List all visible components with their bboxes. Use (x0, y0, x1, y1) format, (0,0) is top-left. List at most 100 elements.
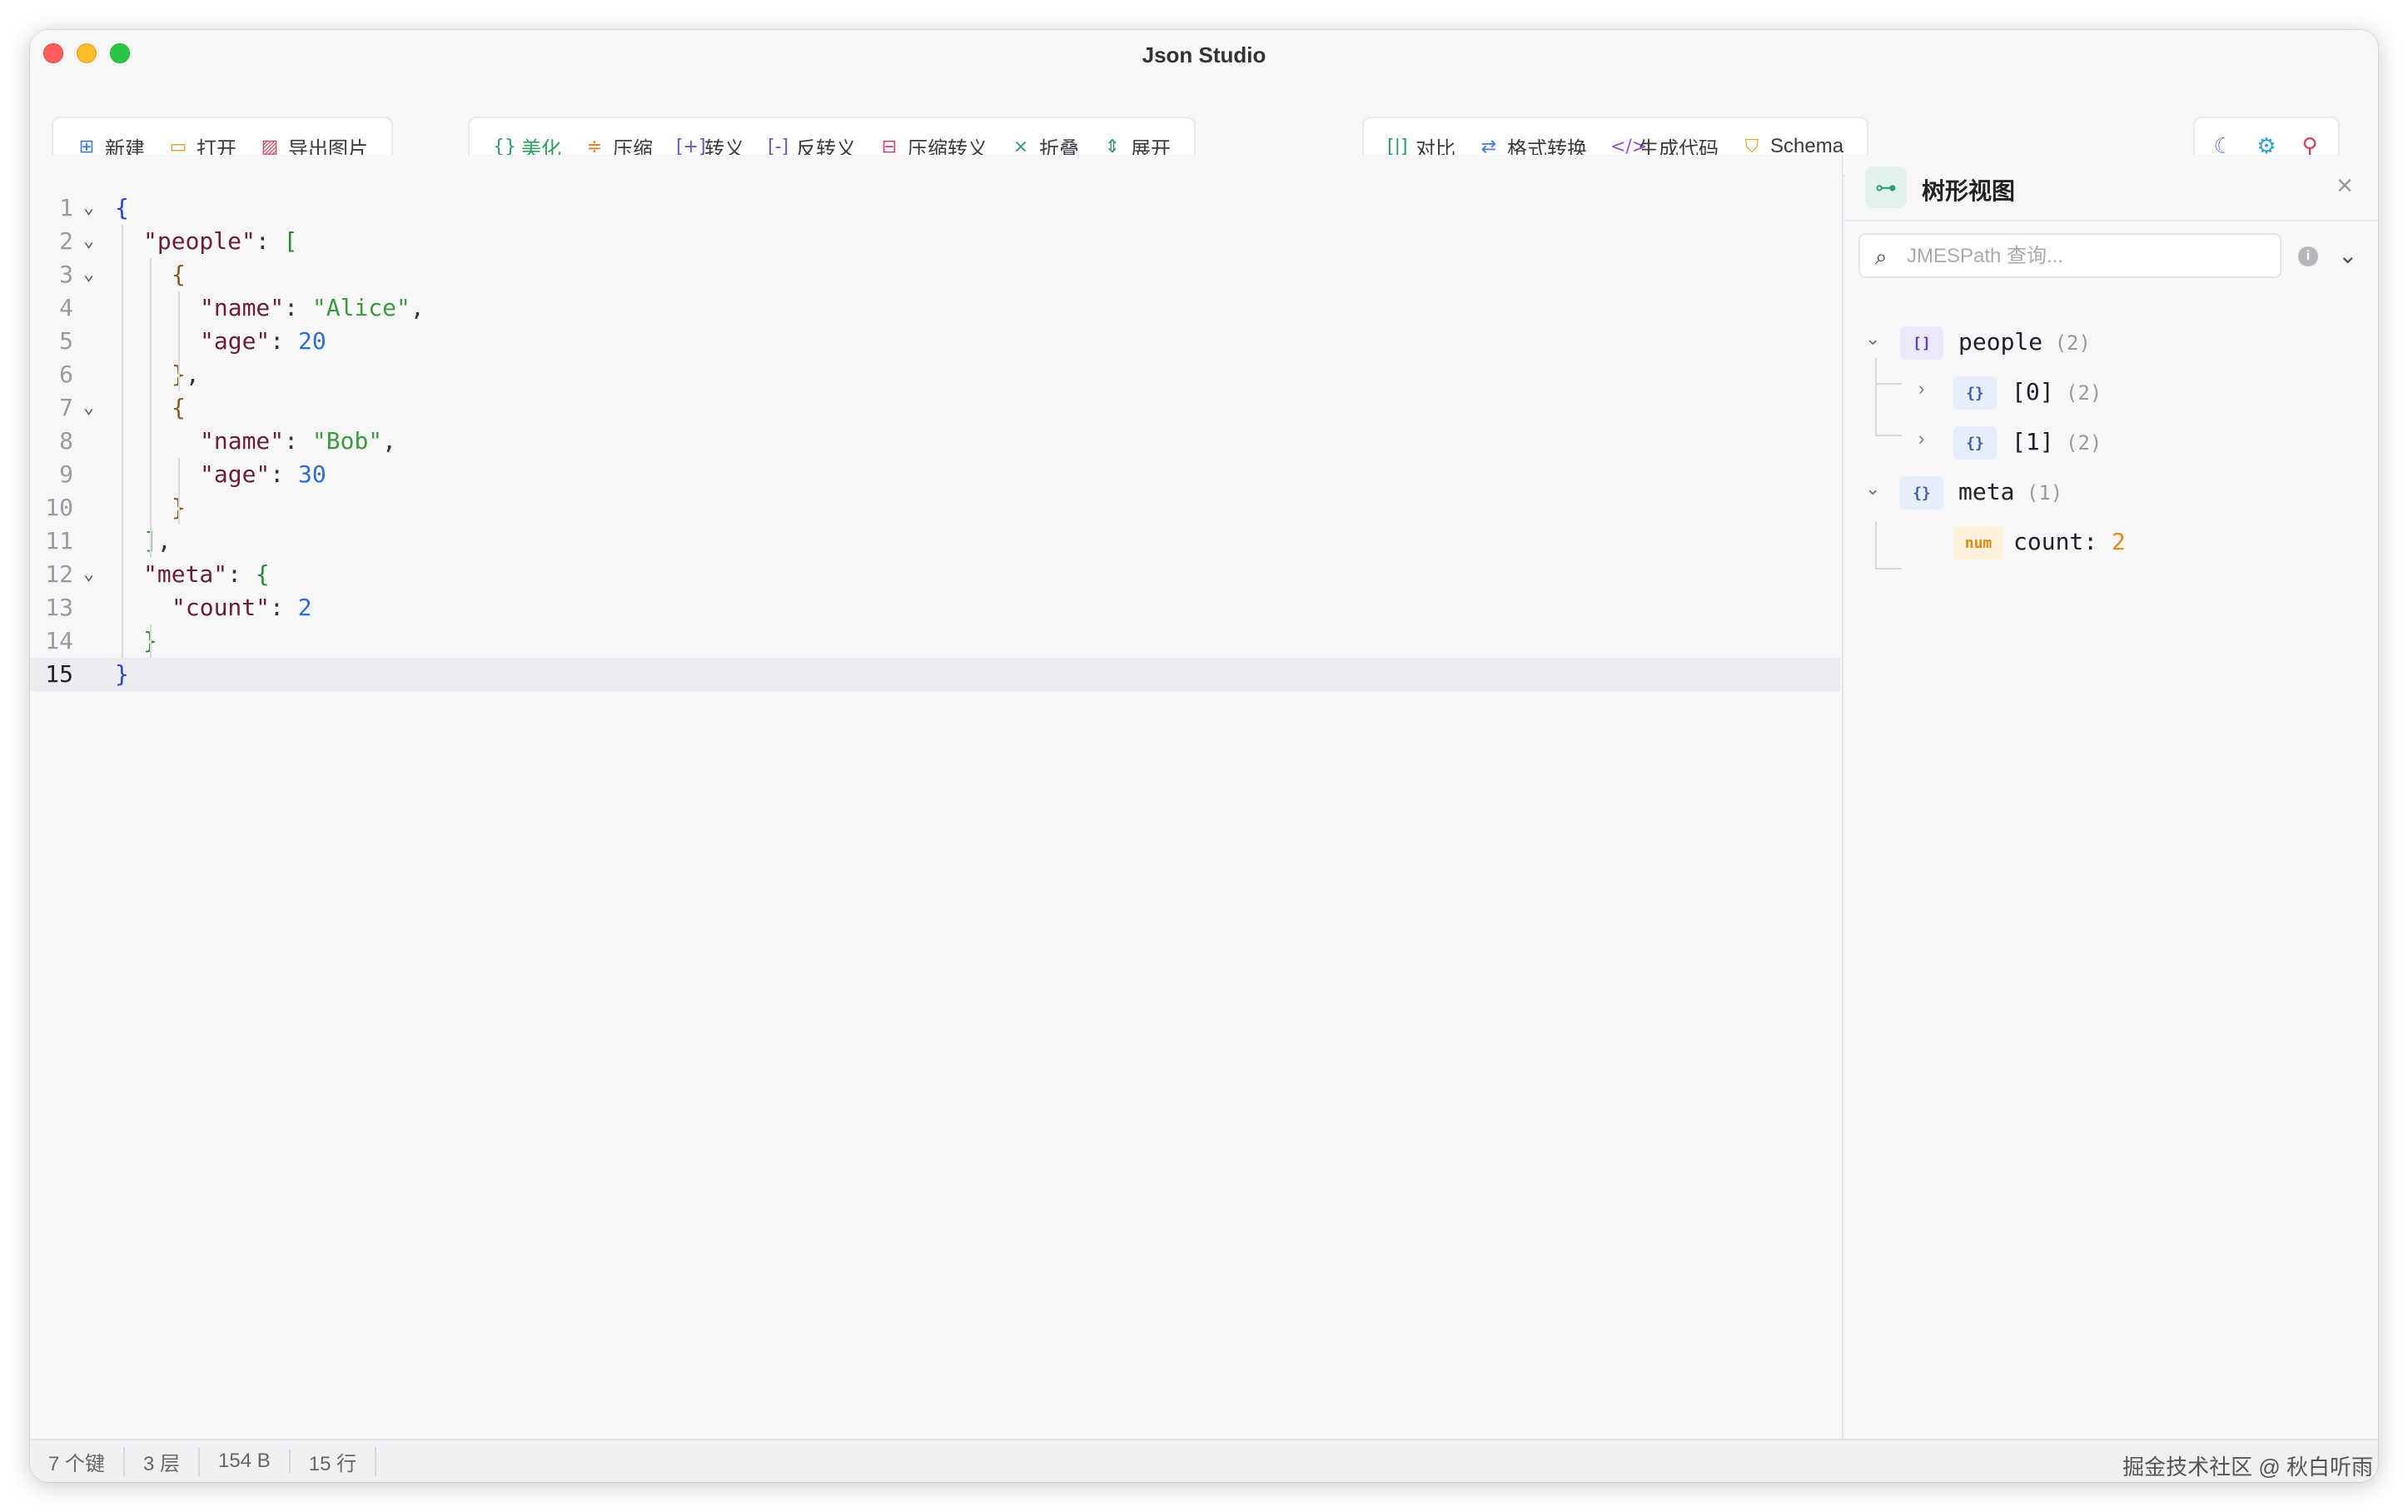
depth-count: 3 层 (125, 1446, 201, 1476)
code-line[interactable]: 4 "name": "Alice", (30, 291, 1840, 325)
app-window: Json Studio ⊞ 新建 ▭ 打开 ▨ 导出图片 {} 美化 ≑ 压缩 [+] 转义 [-] 反… (30, 30, 2378, 1482)
fold-chevron-icon[interactable]: ⌄ (83, 391, 108, 425)
code-line[interactable]: 12 ⌄ "meta": { (30, 558, 1840, 591)
info-icon[interactable]: i (2298, 246, 2318, 266)
code-text: "name": "Alice", (200, 291, 425, 325)
minimize-window-button[interactable] (77, 43, 97, 63)
expand-icon: ⇕ (1104, 136, 1121, 157)
code-token: "name" (200, 294, 285, 321)
tree-connector (1875, 435, 1902, 436)
tree-connector (1875, 568, 1902, 569)
tree-node-label[interactable]: [0] (2) (2012, 378, 2102, 405)
indent-guide (178, 458, 180, 525)
code-token: : (284, 427, 312, 455)
code-token: } (115, 660, 129, 688)
code-line[interactable]: 7 ⌄ { (30, 391, 1840, 425)
line-number: 3 (59, 261, 73, 288)
node-key: meta (1958, 478, 2015, 505)
unescape-icon: [-] (768, 136, 789, 157)
code-token: "age" (200, 460, 271, 488)
code-line[interactable]: 13 "count": 2 (30, 591, 1840, 624)
code-token: 30 (298, 460, 326, 488)
code-token: "Bob" (311, 427, 383, 455)
line-number: 5 (59, 327, 73, 355)
fold-chevron-icon[interactable]: ⌄ (83, 191, 108, 225)
code-token: 2 (297, 594, 312, 621)
chevron-down-icon[interactable]: ⌄ (1865, 478, 1880, 500)
code-text: "people": [ (143, 225, 297, 258)
fold-chevron-icon[interactable]: ⌄ (83, 258, 108, 291)
expand-all-icon[interactable]: ⌄ (2338, 241, 2357, 269)
code-line[interactable]: 10} (30, 491, 1840, 525)
tree-node-label[interactable]: count: 2 (2013, 528, 2126, 555)
tree-connector (1875, 383, 1902, 385)
code-token: : (284, 294, 312, 321)
code-token: { (255, 560, 270, 588)
code-line[interactable]: 3 ⌄ { (30, 258, 1840, 291)
type-badge: [] (1900, 326, 1943, 360)
close-window-button[interactable] (43, 43, 63, 63)
line-number: 7 (59, 394, 73, 421)
code-line[interactable]: 9 "age": 30 (30, 458, 1840, 491)
code-token: "count" (172, 594, 271, 621)
code-line[interactable]: 5 "age": 20 (30, 325, 1840, 358)
code-token: [ (283, 227, 298, 255)
fold-chevron-icon[interactable]: ⌄ (83, 225, 108, 258)
code-token: , (157, 527, 172, 555)
node-key: [0] (2012, 378, 2054, 405)
compress-escape-icon: ⊟ (881, 136, 898, 157)
type-badge: num (1953, 526, 2003, 560)
code-token: "Alice" (311, 294, 410, 321)
code-token: "age" (200, 327, 271, 355)
line-number: 2 (59, 227, 73, 255)
key-count: 7 个键 (48, 1446, 126, 1476)
code-token: , (382, 427, 397, 455)
line-number: 4 (59, 294, 73, 321)
compress-icon: ≑ (586, 136, 603, 157)
code-token: { (172, 261, 186, 288)
line-count: 15 行 (291, 1446, 377, 1476)
node-child-count: (2) (2053, 381, 2102, 405)
code-line[interactable]: 1 ⌄ { (30, 191, 1840, 225)
code-text: } (115, 658, 129, 691)
indent-guide (178, 291, 180, 391)
code-token: 20 (298, 327, 326, 355)
code-text: "meta": { (143, 558, 270, 591)
image-icon: ▨ (261, 136, 279, 157)
code-line[interactable]: 11], (30, 525, 1840, 558)
code-token: "name" (200, 427, 285, 455)
code-text: "count": 2 (172, 591, 312, 624)
schema-shield-icon: ⛉ (1744, 136, 1759, 157)
new-file-icon: ⊞ (78, 136, 95, 157)
close-panel-icon[interactable]: × (2336, 170, 2353, 202)
watermark: 掘金技术社区 @ 秋白听雨 (2122, 1455, 2373, 1480)
type-badge: {} (1900, 476, 1943, 510)
line-number: 11 (45, 527, 73, 555)
indent-guide (150, 624, 152, 658)
maximize-window-button[interactable] (110, 43, 130, 63)
code-token: "meta" (143, 560, 228, 588)
line-number: 8 (59, 427, 73, 455)
tree-node-label[interactable]: [1] (2) (2012, 428, 2102, 455)
code-line[interactable]: 15} (30, 658, 1840, 691)
code-text: { (172, 391, 186, 425)
tree-node-label[interactable]: people (2) (1958, 328, 2091, 356)
indent-guide (150, 258, 152, 558)
code-line[interactable]: 14} (30, 624, 1840, 658)
code-line[interactable]: 2 ⌄ "people": [ (30, 225, 1840, 258)
node-child-count: (1) (2014, 481, 2063, 505)
fold-chevron-icon[interactable]: ⌄ (83, 558, 108, 591)
code-line[interactable]: 6}, (30, 358, 1840, 391)
line-number: 1 (59, 194, 73, 221)
code-text: { (172, 258, 186, 291)
code-editor[interactable]: 1 ⌄ {2 ⌄ "people": [ 3 ⌄ {4 "name": "Alice", 5 "ag… (30, 155, 1843, 1439)
line-number: 6 (59, 361, 73, 388)
code-line[interactable]: 8 "name": "Bob", (30, 425, 1840, 458)
code-token: : (270, 460, 299, 488)
tree-node-label[interactable]: meta (1) (1958, 478, 2062, 505)
chevron-right-icon[interactable]: › (1918, 378, 1924, 400)
jmespath-query-input[interactable] (1907, 243, 2265, 270)
chevron-right-icon[interactable]: › (1918, 428, 1924, 450)
chevron-down-icon[interactable]: ⌄ (1865, 328, 1880, 350)
status-bar: 7 个键 3 层 154 B 15 行 掘金技术社区 @ 秋白听雨 (30, 1439, 2378, 1482)
